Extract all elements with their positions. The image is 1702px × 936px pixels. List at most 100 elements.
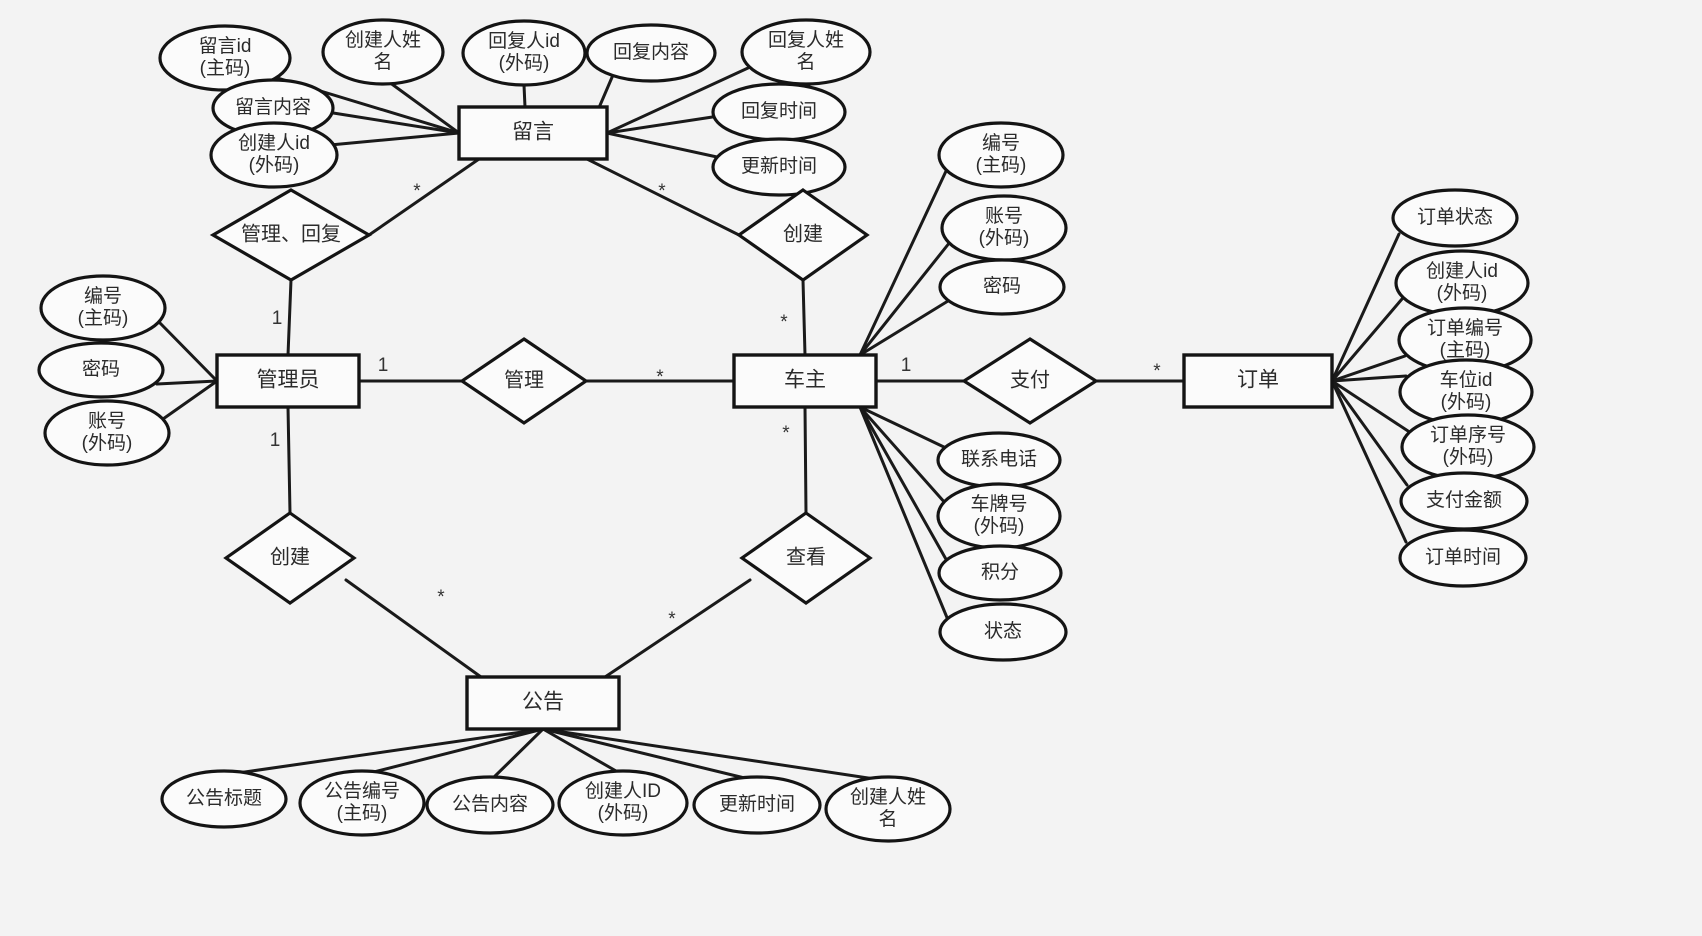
attribute-chezhu-6[interactable]: 状态: [938, 602, 1068, 662]
cardinality-label-0: *: [413, 181, 421, 202]
attribute-guanliyuan-1[interactable]: 密码: [37, 341, 165, 399]
connector-line: [161, 379, 219, 421]
connector-line: [858, 405, 950, 622]
attribute-liuyan-3[interactable]: 创建人姓名: [321, 18, 445, 86]
attribute-gonggao-5[interactable]: 创建人姓名: [824, 775, 952, 843]
er-diagram-svg: 留言id(主码)留言内容创建人id(外码)创建人姓名回复人id(外码)回复内容回…: [37, 18, 1536, 843]
attribute-dingdan-0[interactable]: 订单状态: [1391, 188, 1519, 248]
cardinality-label-10: *: [437, 587, 445, 608]
attribute-chezhu-1[interactable]: 账号(外码): [940, 194, 1068, 262]
attribute-liuyan-2[interactable]: 创建人id(外码): [209, 121, 339, 189]
connector-line: [328, 131, 461, 147]
connector-line: [286, 278, 293, 357]
attribute-label: (外码): [249, 154, 300, 176]
attribute-liuyan-5[interactable]: 回复内容: [585, 23, 717, 83]
attribute-label: 公告内容: [452, 793, 528, 815]
attribute-chezhu-2[interactable]: 密码: [938, 258, 1066, 316]
attribute-label: 密码: [983, 275, 1021, 297]
attribute-label: 回复时间: [741, 100, 817, 122]
attribute-gonggao-2[interactable]: 公告内容: [425, 775, 555, 835]
cardinality-label-4: *: [656, 367, 664, 388]
connector-line: [801, 278, 807, 357]
attribute-label: 车位id: [1440, 369, 1493, 391]
attribute-gonggao-3[interactable]: 创建人ID(外码): [557, 769, 689, 837]
entity-label: 车主: [784, 369, 826, 392]
attribute-label: (主码): [200, 57, 251, 79]
entity-label: 公告: [522, 691, 564, 714]
attribute-guanliyuan-2[interactable]: 账号(外码): [43, 399, 171, 467]
cardinality-label-11: *: [668, 609, 676, 630]
attribute-label: 订单编号: [1427, 317, 1503, 339]
connector-line: [605, 131, 719, 159]
attribute-liuyan-6[interactable]: 回复人姓名: [740, 18, 872, 86]
attribute-liuyan-4[interactable]: 回复人id(外码): [461, 19, 587, 87]
attribute-label: (外码): [979, 227, 1030, 249]
connector-line: [344, 578, 483, 679]
attribute-liuyan-8[interactable]: 更新时间: [711, 137, 847, 197]
connector-line: [603, 578, 752, 679]
attribute-gonggao-0[interactable]: 公告标题: [160, 769, 288, 829]
cardinality-label-1: *: [658, 181, 666, 202]
attribute-label: (外码): [499, 52, 550, 74]
attribute-chezhu-5[interactable]: 积分: [937, 544, 1063, 602]
attribute-label: 密码: [82, 358, 120, 380]
relationship-chuangjian-liuyan[interactable]: 创建: [736, 188, 870, 282]
relationship-guanli-huifu[interactable]: 管理、回复: [209, 188, 373, 282]
cardinality-label-8: 1: [270, 430, 281, 451]
attribute-gonggao-1[interactable]: 公告编号(主码): [298, 769, 426, 837]
attribute-label: 车牌号: [970, 493, 1027, 515]
attribute-label: 创建人id: [238, 132, 310, 154]
attribute-label: 名: [373, 51, 392, 73]
attribute-label: (主码): [337, 802, 388, 824]
connector-line: [157, 320, 219, 383]
attribute-label: 留言id: [199, 35, 252, 57]
attribute-dingdan-1[interactable]: 创建人id(外码): [1394, 249, 1530, 317]
attribute-dingdan-5[interactable]: 支付金额: [1399, 471, 1529, 531]
connector-line: [367, 157, 481, 237]
cardinality-label-2: 1: [272, 308, 283, 329]
relationship-label: 管理、回复: [241, 222, 341, 245]
attribute-dingdan-4[interactable]: 订单序号(外码): [1400, 413, 1536, 481]
attribute-label: (外码): [1443, 446, 1494, 468]
relationship-chakan[interactable]: 查看: [739, 511, 873, 605]
cardinality-label-5: *: [780, 312, 788, 333]
attribute-guanliyuan-0[interactable]: 编号(主码): [39, 274, 167, 342]
entity-label: 留言: [512, 121, 554, 144]
connector-line: [858, 405, 948, 506]
connector-line: [286, 405, 292, 515]
attribute-label: 名: [878, 808, 897, 830]
attribute-liuyan-7[interactable]: 回复时间: [711, 82, 847, 142]
attribute-gonggao-4[interactable]: 更新时间: [692, 775, 822, 835]
attribute-label: 回复人姓: [768, 29, 844, 51]
cardinality-label-9: *: [782, 423, 790, 444]
entity-chezhu[interactable]: 车主: [732, 353, 878, 409]
attribute-label: (外码): [1441, 391, 1492, 413]
attribute-label: 更新时间: [741, 155, 817, 177]
attribute-label: 账号: [985, 205, 1023, 227]
entity-liuyan[interactable]: 留言: [457, 105, 609, 161]
attribute-label: 支付金额: [1426, 489, 1502, 511]
connector-line: [522, 83, 527, 109]
attribute-chezhu-3[interactable]: 联系电话: [936, 431, 1062, 489]
entity-gonggao[interactable]: 公告: [465, 675, 621, 731]
attribute-label: (外码): [974, 515, 1025, 537]
attribute-dingdan-6[interactable]: 订单时间: [1398, 528, 1528, 588]
attribute-chezhu-0[interactable]: 编号(主码): [937, 121, 1065, 189]
relationship-guanli[interactable]: 管理: [459, 337, 589, 425]
attribute-label: 更新时间: [719, 793, 795, 815]
entity-dingdan[interactable]: 订单: [1182, 353, 1334, 409]
entity-label: 订单: [1237, 369, 1279, 392]
attribute-label: 回复内容: [613, 41, 689, 63]
relationship-chuangjian-gonggao[interactable]: 创建: [223, 511, 357, 605]
relationship-label: 创建: [270, 545, 310, 568]
attribute-label: 名: [796, 51, 815, 73]
connector-line: [1330, 232, 1401, 383]
attribute-chezhu-4[interactable]: 车牌号(外码): [936, 482, 1062, 550]
cardinality-label-3: 1: [378, 355, 389, 376]
relationship-zhifu[interactable]: 支付: [961, 337, 1099, 425]
attribute-label: 订单序号: [1430, 424, 1506, 446]
entity-guanliyuan[interactable]: 管理员: [215, 353, 361, 409]
attribute-label: (外码): [1437, 282, 1488, 304]
attribute-label: 留言内容: [235, 96, 311, 118]
relationship-label: 查看: [786, 545, 826, 568]
